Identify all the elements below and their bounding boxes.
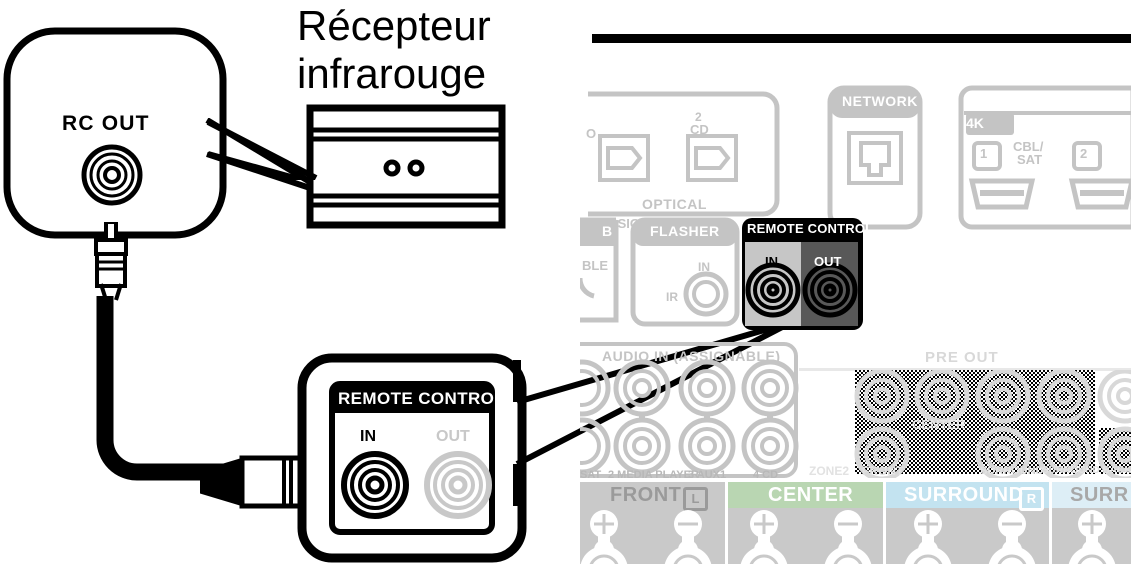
speaker-label-front: FRONT bbox=[610, 484, 682, 506]
panel-top-bar bbox=[592, 34, 1131, 43]
audio-in-label-cd: 4 CD bbox=[753, 469, 779, 481]
terminal-separator bbox=[1049, 508, 1052, 564]
flasher-header-label: FLASHER bbox=[650, 223, 720, 239]
audio-in-header: AUDIO IN (ASSIGNABLE) bbox=[602, 348, 781, 364]
ir-receiver-label-line1: Récepteur bbox=[297, 2, 491, 49]
rc-out-jack[interactable] bbox=[80, 143, 144, 207]
pre-out-center-label: CENTER bbox=[912, 417, 966, 432]
audio-in-label-sat: SAT bbox=[580, 469, 602, 481]
audio-in-label-media: 2 MEDIA PLAYER bbox=[608, 469, 699, 481]
flasher-ir-label: IR bbox=[666, 290, 678, 304]
network-label: NETWORK bbox=[842, 93, 918, 109]
optical-port-1 bbox=[598, 134, 650, 182]
leader-line-ir-lower bbox=[206, 152, 311, 191]
callout-header-label: REMOTE CONTROL bbox=[338, 389, 506, 408]
pre-out-surround-back-label: SURROUND BACK bbox=[1042, 465, 1131, 476]
flasher-in-label: IN bbox=[698, 260, 710, 274]
left-block-header-fragment: B bbox=[602, 223, 613, 239]
speaker-terminal-row: FRONT L CENTER SURROUND R SURR bbox=[580, 482, 1131, 564]
speaker-label-surr: SURR bbox=[1070, 484, 1129, 506]
speaker-label-surround: SURROUND bbox=[904, 484, 1024, 506]
infrared-receiver-module bbox=[306, 104, 506, 229]
callout-in-jack[interactable] bbox=[340, 450, 410, 520]
callout-in-label: IN bbox=[360, 428, 376, 445]
hdmi-port-1 bbox=[968, 178, 1036, 210]
hdmi-cbl-sat-line2: SAT bbox=[1017, 152, 1043, 167]
hdmi-port-1-number: 1 bbox=[980, 146, 988, 161]
hdmi-port-2 bbox=[1068, 178, 1131, 210]
panel-rc-header-label: REMOTE CONTROL bbox=[747, 221, 874, 236]
hdmi-4k-label: 4K bbox=[966, 115, 984, 131]
rc-out-label: RC OUT bbox=[62, 112, 150, 135]
left-block-label-fragment: BLE bbox=[582, 258, 608, 273]
terminal-separator bbox=[883, 508, 886, 564]
panel-rc-out-label: OUT bbox=[814, 254, 842, 269]
optical-port-label-cd: CD bbox=[690, 122, 709, 137]
pre-out-surround-label: SURROUND bbox=[980, 465, 1044, 477]
ir-receiver-label-line2: infrarouge bbox=[297, 50, 487, 97]
rj45-port bbox=[847, 131, 903, 185]
ir-sensor-hole-2 bbox=[407, 159, 425, 177]
pre-out-front-label: FRONT bbox=[862, 464, 904, 478]
ir-sensor-hole-1 bbox=[383, 159, 401, 177]
optical-port-2 bbox=[686, 134, 738, 182]
speaker-label-center: CENTER bbox=[768, 484, 854, 506]
terminal-separator bbox=[725, 508, 728, 564]
receiver-rear-panel: O 2 CD OPTICAL I (ASSIGNABLE) NETWORK bbox=[580, 20, 1131, 564]
optical-bus-label: OPTICAL bbox=[642, 196, 707, 212]
pre-out-header: PRE OUT bbox=[925, 349, 999, 366]
pre-out-zone2-label: ZONE2 bbox=[809, 464, 850, 478]
panel-rc-in-label: IN bbox=[765, 254, 778, 269]
callout-out-jack[interactable] bbox=[423, 450, 493, 520]
callout-out-label: OUT bbox=[436, 428, 470, 445]
optical-port-label-left: O bbox=[586, 126, 597, 141]
hdmi-port-2-number: 2 bbox=[1080, 146, 1088, 161]
audio-in-label-aux1: 3 AUX1 bbox=[688, 469, 727, 481]
